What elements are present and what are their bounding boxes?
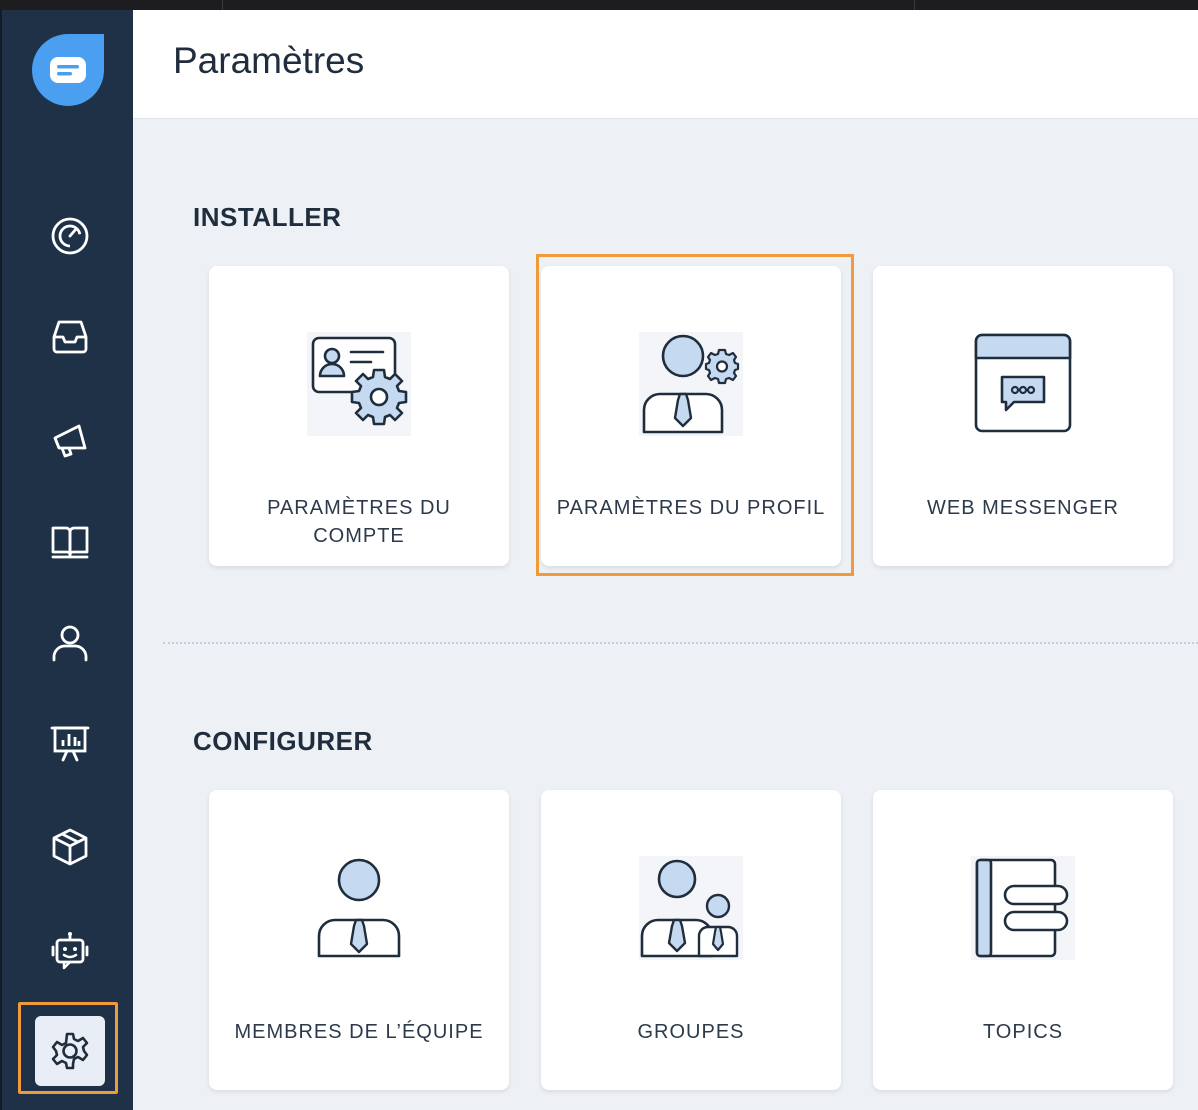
window-top-bar xyxy=(0,0,1198,10)
sidebar-item-campaigns[interactable] xyxy=(35,404,105,474)
card-label: WEB MESSENGER xyxy=(927,497,1119,519)
main-content: Paramètres INSTALLER PARAMÈTRES DU COMPT… xyxy=(133,10,1198,1110)
section-title-configure: CONFIGURER xyxy=(193,726,373,756)
top-bar-separator xyxy=(222,0,223,10)
web-messenger-icon xyxy=(971,332,1075,436)
open-book-icon xyxy=(51,526,89,559)
megaphone-icon xyxy=(53,424,87,458)
account-settings-icon xyxy=(307,332,411,436)
card-topics[interactable]: TOPICS xyxy=(873,790,1173,1090)
person-icon xyxy=(52,625,88,662)
page-header: Paramètres xyxy=(133,10,1198,119)
groups-icon xyxy=(639,856,743,960)
robot-icon xyxy=(51,932,89,970)
card-label: PARAMÈTRES DU COMPTE xyxy=(267,497,451,547)
section-divider xyxy=(163,642,1198,644)
sidebar-item-knowledge-base[interactable] xyxy=(35,506,105,576)
section-title-install: INSTALLER xyxy=(193,202,342,232)
card-label: TOPICS xyxy=(982,1021,1064,1043)
sidebar-item-bots[interactable] xyxy=(35,916,105,986)
card-account-settings[interactable]: PARAMÈTRES DU COMPTE xyxy=(209,266,509,566)
card-label: GROUPES xyxy=(637,1021,745,1043)
team-member-icon xyxy=(307,856,411,960)
app-logo-icon[interactable] xyxy=(32,34,104,106)
top-bar-separator xyxy=(914,0,915,10)
sidebar-item-inbox[interactable] xyxy=(35,301,105,371)
card-web-messenger[interactable]: WEB MESSENGER xyxy=(873,266,1173,566)
cube-icon xyxy=(52,828,88,866)
inbox-tray-icon xyxy=(52,320,88,354)
card-team-members[interactable]: MEMBRES DE L’ÉQUIPE xyxy=(209,790,509,1090)
app-window: Paramètres INSTALLER PARAMÈTRES DU COMPT… xyxy=(0,10,1198,1110)
sidebar xyxy=(0,10,133,1110)
topics-icon xyxy=(971,856,1075,960)
card-label: MEMBRES DE L’ÉQUIPE xyxy=(234,1021,484,1043)
settings-highlight-frame xyxy=(18,1002,118,1094)
sidebar-item-dashboard[interactable] xyxy=(35,201,105,271)
sidebar-item-reports[interactable] xyxy=(35,708,105,778)
sidebar-item-contacts[interactable] xyxy=(35,608,105,678)
profile-settings-highlight-frame xyxy=(536,254,854,576)
dashboard-gauge-icon xyxy=(51,217,89,255)
presentation-chart-icon xyxy=(50,726,90,762)
sidebar-item-integrations[interactable] xyxy=(35,812,105,882)
page-title: Paramètres xyxy=(173,40,365,81)
card-groups[interactable]: GROUPES xyxy=(541,790,841,1090)
